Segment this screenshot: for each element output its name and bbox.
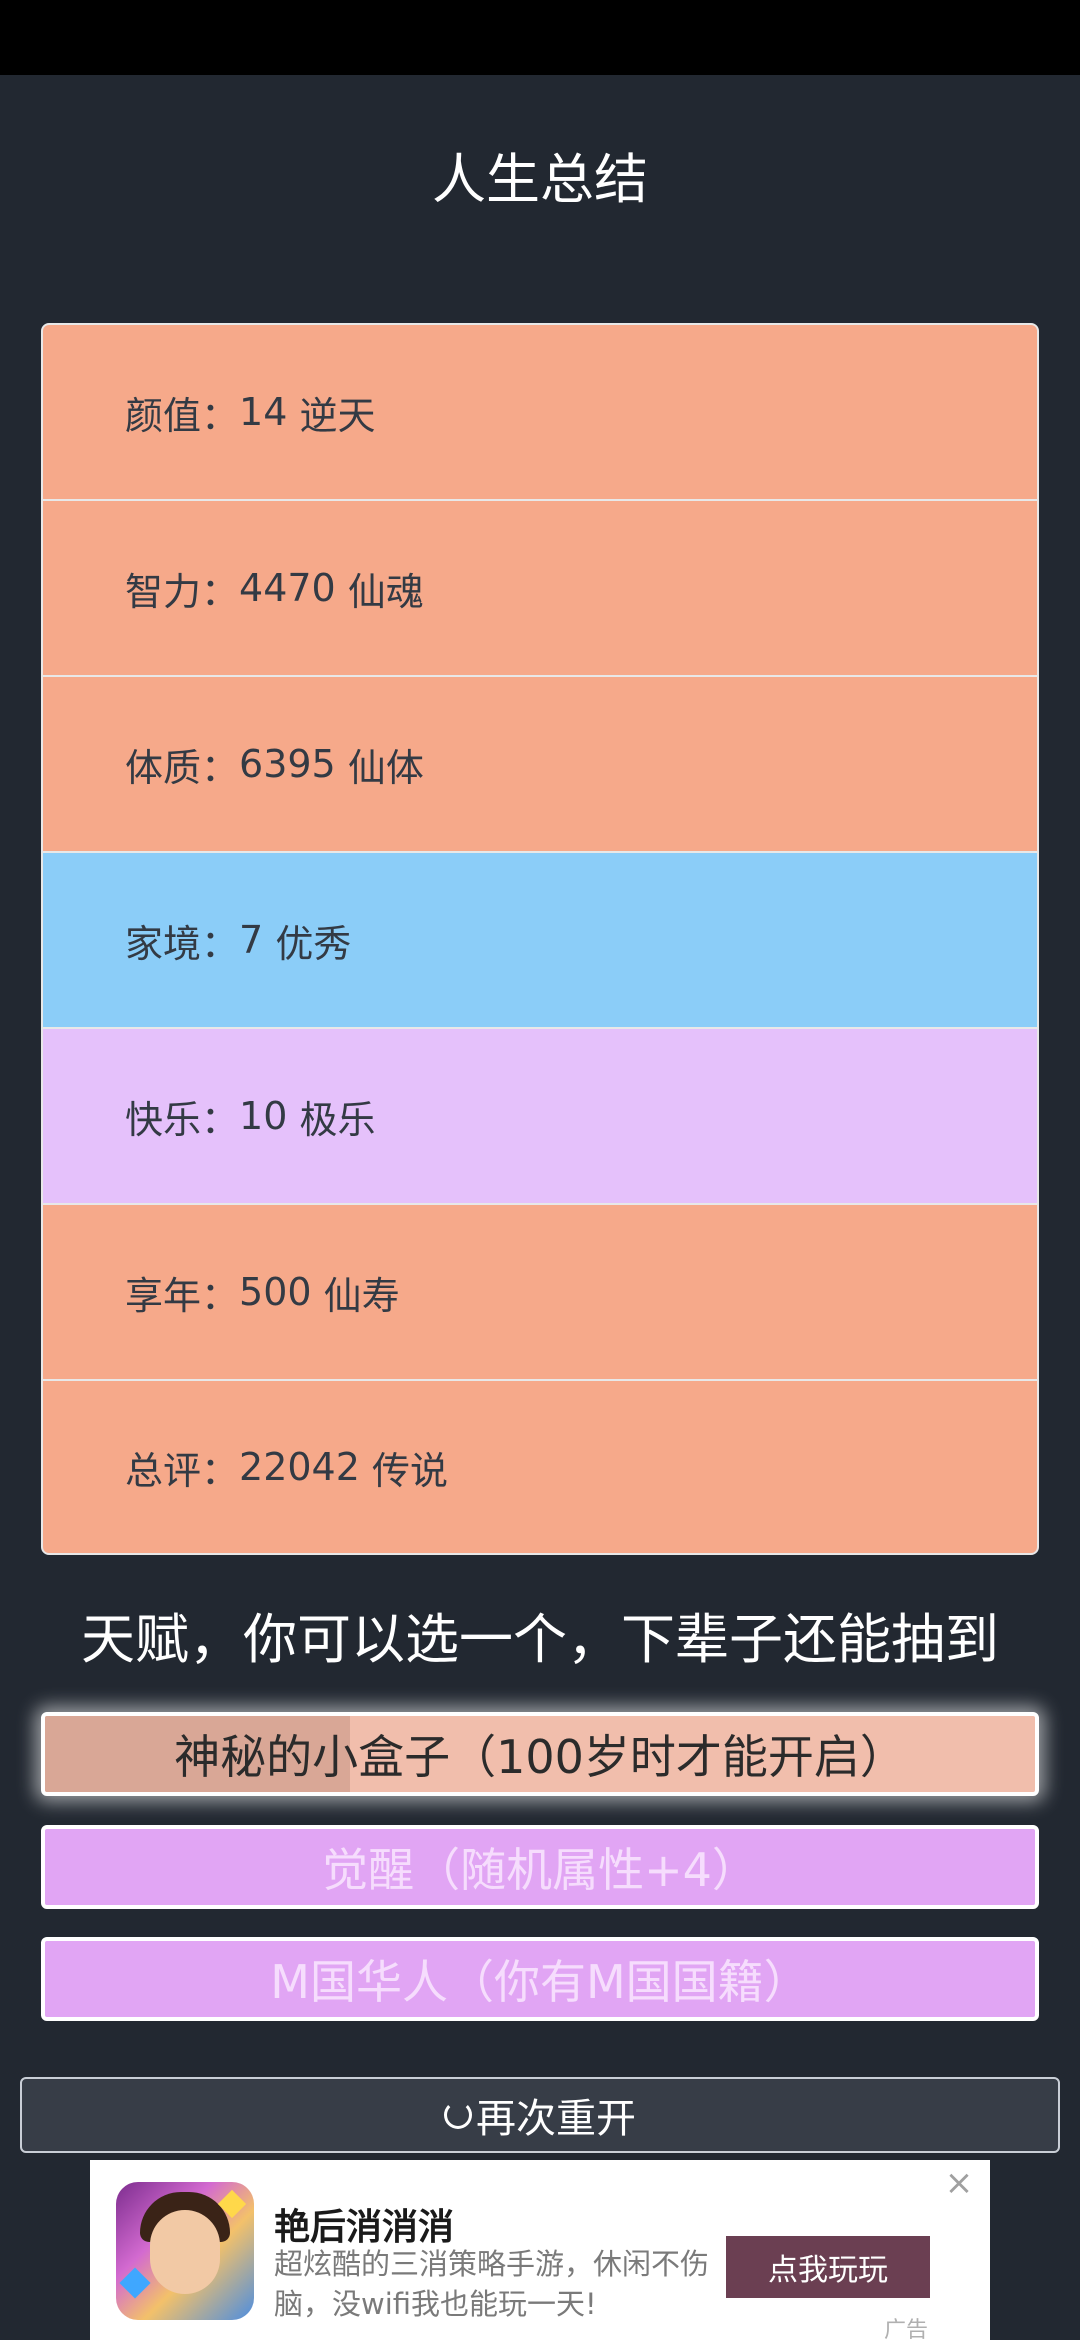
talent-option-awakening[interactable]: 觉醒（随机属性+4） — [41, 1825, 1039, 1909]
stat-grade: 传说 — [372, 1448, 449, 1493]
stat-grade: 仙寿 — [323, 1273, 400, 1318]
stat-row-family: 家境： 7 优秀 — [43, 853, 1037, 1027]
stat-separator: ： — [201, 569, 240, 614]
stat-grade: 优秀 — [275, 921, 352, 966]
refresh-icon — [444, 2101, 472, 2129]
stat-value: 10 — [239, 1094, 288, 1138]
ad-play-button[interactable]: 点我玩玩 — [726, 2236, 930, 2298]
stat-separator: ： — [201, 1273, 240, 1318]
ad-banner[interactable]: 艳后消消消 超炫酷的三消策略手游，休闲不伤脑，没wifi我也能玩一天! 点我玩玩… — [90, 2160, 990, 2340]
queen-face-shape — [150, 2210, 220, 2294]
stat-row-constitution: 体质： 6395 仙体 — [43, 677, 1037, 851]
stat-value: 500 — [239, 1270, 312, 1314]
talent-label: 觉醒（随机属性+4） — [322, 1843, 758, 1897]
stat-value: 14 — [239, 390, 288, 434]
ad-description: 超炫酷的三消策略手游，休闲不伤脑，没wifi我也能玩一天! — [274, 2247, 710, 2321]
stat-row-lifespan: 享年： 500 仙寿 — [43, 1205, 1037, 1379]
stat-value: 6395 — [239, 742, 336, 786]
game-app-icon[interactable] — [116, 2182, 254, 2320]
stat-row-overall: 总评： 22042 传说 — [43, 1381, 1037, 1553]
stat-label: 享年 — [125, 1273, 202, 1318]
stat-separator: ： — [201, 393, 240, 438]
stats-panel: 颜值： 14 逆天 智力： 4470 仙魂 体质： 6395 仙体 家境： 7 优秀 快… — [41, 323, 1039, 1555]
stat-grade: 仙体 — [347, 745, 424, 790]
stat-row-appearance: 颜值： 14 逆天 — [43, 325, 1037, 499]
ad-title[interactable]: 艳后消消消 — [274, 2198, 454, 2250]
stat-separator: ： — [201, 921, 240, 966]
stat-value: 7 — [239, 918, 264, 962]
restart-label: 再次重开 — [476, 2096, 636, 2142]
stat-label: 家境 — [125, 921, 202, 966]
ad-tag: 广告 — [884, 2318, 929, 2340]
stat-value: 22042 — [239, 1445, 360, 1489]
stat-grade: 极乐 — [299, 1097, 376, 1142]
stat-label: 智力 — [125, 569, 202, 614]
stat-grade: 仙魂 — [347, 569, 424, 614]
stat-separator: ： — [201, 1097, 240, 1142]
stat-label: 快乐 — [125, 1097, 202, 1142]
status-bar — [0, 0, 1080, 75]
stat-separator: ： — [201, 745, 240, 790]
talent-title: 天赋，你可以选一个，下辈子还能抽到 — [81, 1608, 999, 1671]
stat-row-intelligence: 智力： 4470 仙魂 — [43, 501, 1037, 675]
gem-icon — [119, 2267, 151, 2299]
page-title: 人生总结 — [432, 148, 648, 211]
stat-separator: ： — [201, 1448, 240, 1493]
talent-option-m-country[interactable]: M国华人（你有M国国籍） — [41, 1937, 1039, 2021]
stat-value: 4470 — [239, 566, 336, 610]
talent-option-mystery-box[interactable]: 神秘的小盒子（100岁时才能开启） — [41, 1712, 1039, 1796]
stat-label: 总评 — [125, 1448, 202, 1493]
close-icon[interactable]: × — [942, 2166, 976, 2200]
stat-row-happiness: 快乐： 10 极乐 — [43, 1029, 1037, 1203]
talent-label: 神秘的小盒子（100岁时才能开启） — [174, 1730, 906, 1784]
stat-label: 颜值 — [125, 393, 202, 438]
talent-label: M国华人（你有M国国籍） — [270, 1955, 810, 2009]
stat-grade: 逆天 — [299, 393, 376, 438]
restart-button[interactable]: 再次重开 — [20, 2077, 1060, 2153]
stat-label: 体质 — [125, 745, 202, 790]
